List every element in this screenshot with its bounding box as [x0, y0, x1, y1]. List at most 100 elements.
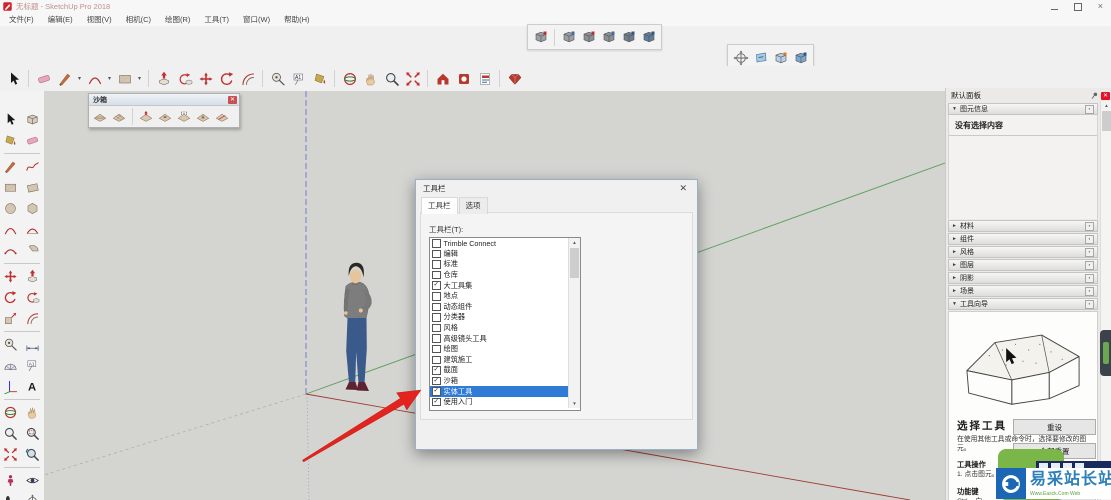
section-detach-icon[interactable]: ▪ — [1085, 286, 1094, 296]
3d-text-icon[interactable]: A — [22, 376, 43, 397]
checkbox-icon[interactable] — [432, 355, 441, 365]
rectangle-icon[interactable] — [0, 177, 21, 198]
menu-item-edit[interactable]: 编辑(E) — [41, 13, 80, 26]
display-section-planes-icon[interactable] — [751, 49, 770, 68]
checkbox-checked-icon[interactable]: ✓ — [432, 281, 441, 290]
orbit-icon[interactable] — [340, 69, 359, 88]
from-contours-icon[interactable] — [91, 109, 109, 125]
dialog-titlebar[interactable]: 工具栏 ✕ — [416, 180, 697, 197]
checkbox-checked-icon[interactable]: ✓ — [432, 366, 441, 375]
zoom-icon[interactable] — [382, 69, 401, 88]
panel-close-icon[interactable]: ✕ — [1101, 91, 1110, 100]
rotate-icon[interactable] — [0, 287, 21, 308]
section-detach-icon[interactable]: ▪ — [1085, 247, 1094, 257]
zoom-icon[interactable] — [0, 423, 21, 444]
toolbar-list-item[interactable]: 风格 — [430, 323, 580, 334]
toolbar-list-item[interactable]: 标准 — [430, 259, 580, 270]
panel-section-layers[interactable]: ► 图层 ▪ — [948, 259, 1098, 271]
dimension-icon[interactable] — [22, 334, 43, 355]
extension-manager-icon[interactable] — [505, 69, 524, 88]
toolbar-list-item[interactable]: ✓ 实体工具 — [430, 386, 580, 397]
sandbox-close-icon[interactable]: ✕ — [228, 95, 237, 104]
toolbar-list-item[interactable]: ✓ 大工具集 — [430, 280, 580, 291]
rotated-rectangle-icon[interactable] — [22, 177, 43, 198]
follow-me-icon[interactable] — [22, 287, 43, 308]
rectangle-icon[interactable] — [115, 69, 134, 88]
display-section-cuts-icon[interactable] — [771, 49, 790, 68]
section-detach-icon[interactable]: ▪ — [1085, 299, 1094, 309]
dropdown-arrow-icon[interactable]: ▾ — [106, 75, 113, 82]
checkbox-icon[interactable] — [432, 239, 441, 248]
toolbar-list-item[interactable]: 动态组件 — [430, 302, 580, 313]
select-tool-icon[interactable] — [0, 109, 21, 130]
intersect-icon[interactable] — [559, 28, 578, 47]
dropdown-arrow-icon[interactable]: ▾ — [76, 75, 83, 82]
pan-icon[interactable] — [22, 402, 43, 423]
toolbar-list-item[interactable]: 高级镜头工具 — [430, 333, 580, 344]
stamp-icon[interactable] — [156, 109, 174, 125]
outer-shell-icon[interactable] — [531, 28, 550, 47]
smoove-icon[interactable] — [137, 109, 155, 125]
send-to-layout-icon[interactable] — [475, 69, 494, 88]
collapsed-widget[interactable] — [1100, 330, 1111, 376]
checkbox-icon[interactable] — [432, 249, 441, 259]
union-icon[interactable] — [579, 28, 598, 47]
panel-section-instructor[interactable]: ▼ 工具向导 ▪ — [948, 298, 1098, 310]
panel-section-components[interactable]: ► 组件 ▪ — [948, 233, 1098, 245]
rotate-icon[interactable] — [217, 69, 236, 88]
toolbar-list-item[interactable]: 编辑 — [430, 249, 580, 260]
tab-options[interactable]: 选项 — [458, 197, 488, 214]
toolbar-list-item[interactable]: 仓库 — [430, 270, 580, 281]
display-section-fill-icon[interactable] — [791, 49, 810, 68]
dialog-close-icon[interactable]: ✕ — [676, 183, 690, 194]
move-icon[interactable] — [0, 266, 21, 287]
menu-item-view[interactable]: 视图(V) — [80, 13, 119, 26]
tape-measure-icon[interactable] — [0, 334, 21, 355]
toolbar-list-item[interactable]: ✓ 截面 — [430, 365, 580, 376]
position-camera-icon[interactable] — [0, 470, 21, 491]
toolbar-list-item[interactable]: ✓ 沙箱 — [430, 376, 580, 387]
follow-me-icon[interactable] — [175, 69, 194, 88]
tape-measure-icon[interactable] — [268, 69, 287, 88]
select-tool-icon[interactable] — [4, 69, 23, 88]
toolbar-list-item[interactable]: 地点 — [430, 291, 580, 302]
section-detach-icon[interactable]: ▪ — [1085, 104, 1094, 114]
checkbox-checked-icon[interactable]: ✓ — [432, 376, 441, 386]
scroll-up-icon[interactable]: ▲ — [569, 238, 580, 247]
text-icon[interactable]: A1 — [289, 69, 308, 88]
axes-icon[interactable] — [0, 376, 21, 397]
polygon-icon[interactable] — [22, 198, 43, 219]
zoom-window-icon[interactable] — [22, 423, 43, 444]
scroll-up-icon[interactable]: ▲ — [1101, 101, 1111, 110]
checkbox-icon[interactable] — [432, 260, 441, 269]
toolbar-listbox[interactable]: Trimble Connect 编辑 标准 仓库 ✓ 大工具集 地点 动态组件 分类器 风格 高级镜… — [429, 237, 581, 411]
section-detach-icon[interactable]: ▪ — [1085, 273, 1094, 283]
previous-view-icon[interactable] — [22, 444, 43, 465]
menu-item-tools[interactable]: 工具(T) — [197, 13, 236, 26]
section-detach-icon[interactable]: ▪ — [1085, 260, 1094, 270]
arc-icon[interactable] — [0, 219, 21, 240]
checkbox-checked-icon[interactable]: ✓ — [432, 397, 441, 407]
checkbox-icon[interactable] — [432, 292, 441, 301]
offset-icon[interactable] — [238, 69, 257, 88]
two-point-arc-icon[interactable] — [22, 219, 43, 240]
toolbar-list-item[interactable]: 分类器 — [430, 312, 580, 323]
pie-icon[interactable] — [22, 240, 43, 261]
scale-figure-person[interactable] — [343, 262, 372, 393]
offset-icon[interactable] — [22, 308, 43, 329]
tab-toolbars[interactable]: 工具栏 — [421, 197, 458, 214]
section-detach-icon[interactable]: ▪ — [1085, 234, 1094, 244]
dropdown-arrow-icon[interactable]: ▾ — [136, 75, 143, 82]
checkbox-icon[interactable] — [432, 323, 441, 333]
orbit-icon[interactable] — [0, 402, 21, 423]
reset-button[interactable]: 重设 — [1013, 419, 1096, 435]
section-plane-icon[interactable] — [22, 491, 43, 500]
add-detail-icon[interactable] — [194, 109, 212, 125]
scale-icon[interactable] — [0, 308, 21, 329]
panel-scrollbar[interactable]: ▲ — [1100, 101, 1111, 500]
checkbox-icon[interactable] — [432, 313, 441, 322]
checkbox-icon[interactable] — [432, 270, 441, 280]
sandbox-titlebar[interactable]: 沙箱 ✕ — [89, 94, 239, 106]
make-component-icon[interactable] — [22, 109, 43, 130]
trim-icon[interactable] — [619, 28, 638, 47]
